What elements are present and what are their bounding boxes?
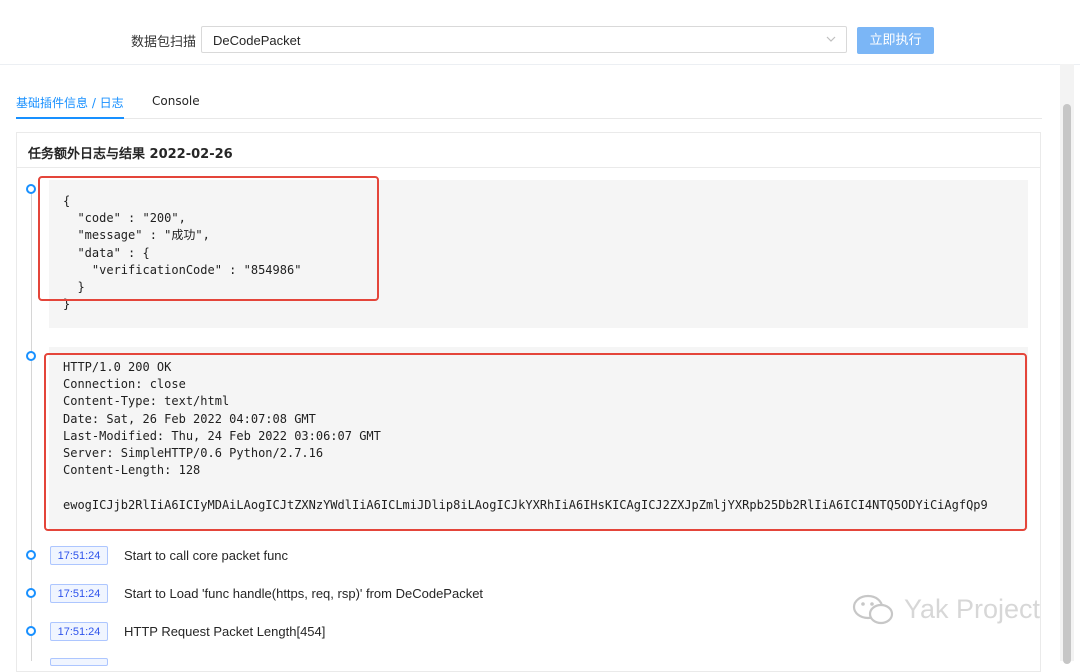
tab-bar: 基础插件信息 / 日志 Console xyxy=(16,86,1042,119)
log-time-tag: 17:51:24 xyxy=(50,546,108,565)
log-time-tag: 17:51:24 xyxy=(50,622,108,641)
card-header: 任务额外日志与结果 2022-02-26 xyxy=(17,133,1040,168)
log-message: HTTP Request Packet Length[454] xyxy=(124,624,326,639)
log-message: Start to call core packet func xyxy=(124,548,289,563)
timeline-dot xyxy=(26,588,36,598)
highlight-box-http xyxy=(44,353,1027,531)
log-time-tag-partial xyxy=(50,658,108,666)
wechat-icon xyxy=(852,594,894,625)
scrollbar[interactable] xyxy=(1060,64,1074,664)
tab-plugin-info-log[interactable]: 基础插件信息 / 日志 xyxy=(16,94,124,119)
plugin-select-value: DeCodePacket xyxy=(213,33,301,48)
scrollbar-thumb[interactable] xyxy=(1063,104,1071,664)
timeline-dot xyxy=(26,550,36,560)
timeline-dot xyxy=(26,351,36,361)
log-message: Start to Load 'func handle(https, req, r… xyxy=(124,586,484,601)
tab-console[interactable]: Console xyxy=(152,94,200,108)
plugin-select[interactable]: DeCodePacket xyxy=(201,26,847,53)
chevron-down-icon xyxy=(826,36,836,42)
watermark-text: Yak Project xyxy=(904,594,1041,624)
log-time-tag: 17:51:24 xyxy=(50,584,108,603)
scan-toolbar: 数据包扫描 DeCodePacket 立即执行 xyxy=(0,0,1080,65)
highlight-box-json xyxy=(38,176,379,301)
scan-label: 数据包扫描 xyxy=(131,35,197,50)
watermark: Yak Project xyxy=(850,592,1050,628)
card-title: 任务额外日志与结果 2022-02-26 xyxy=(28,147,233,162)
run-now-button[interactable]: 立即执行 xyxy=(857,27,934,54)
timeline-dot xyxy=(26,184,36,194)
timeline-dot xyxy=(26,626,36,636)
